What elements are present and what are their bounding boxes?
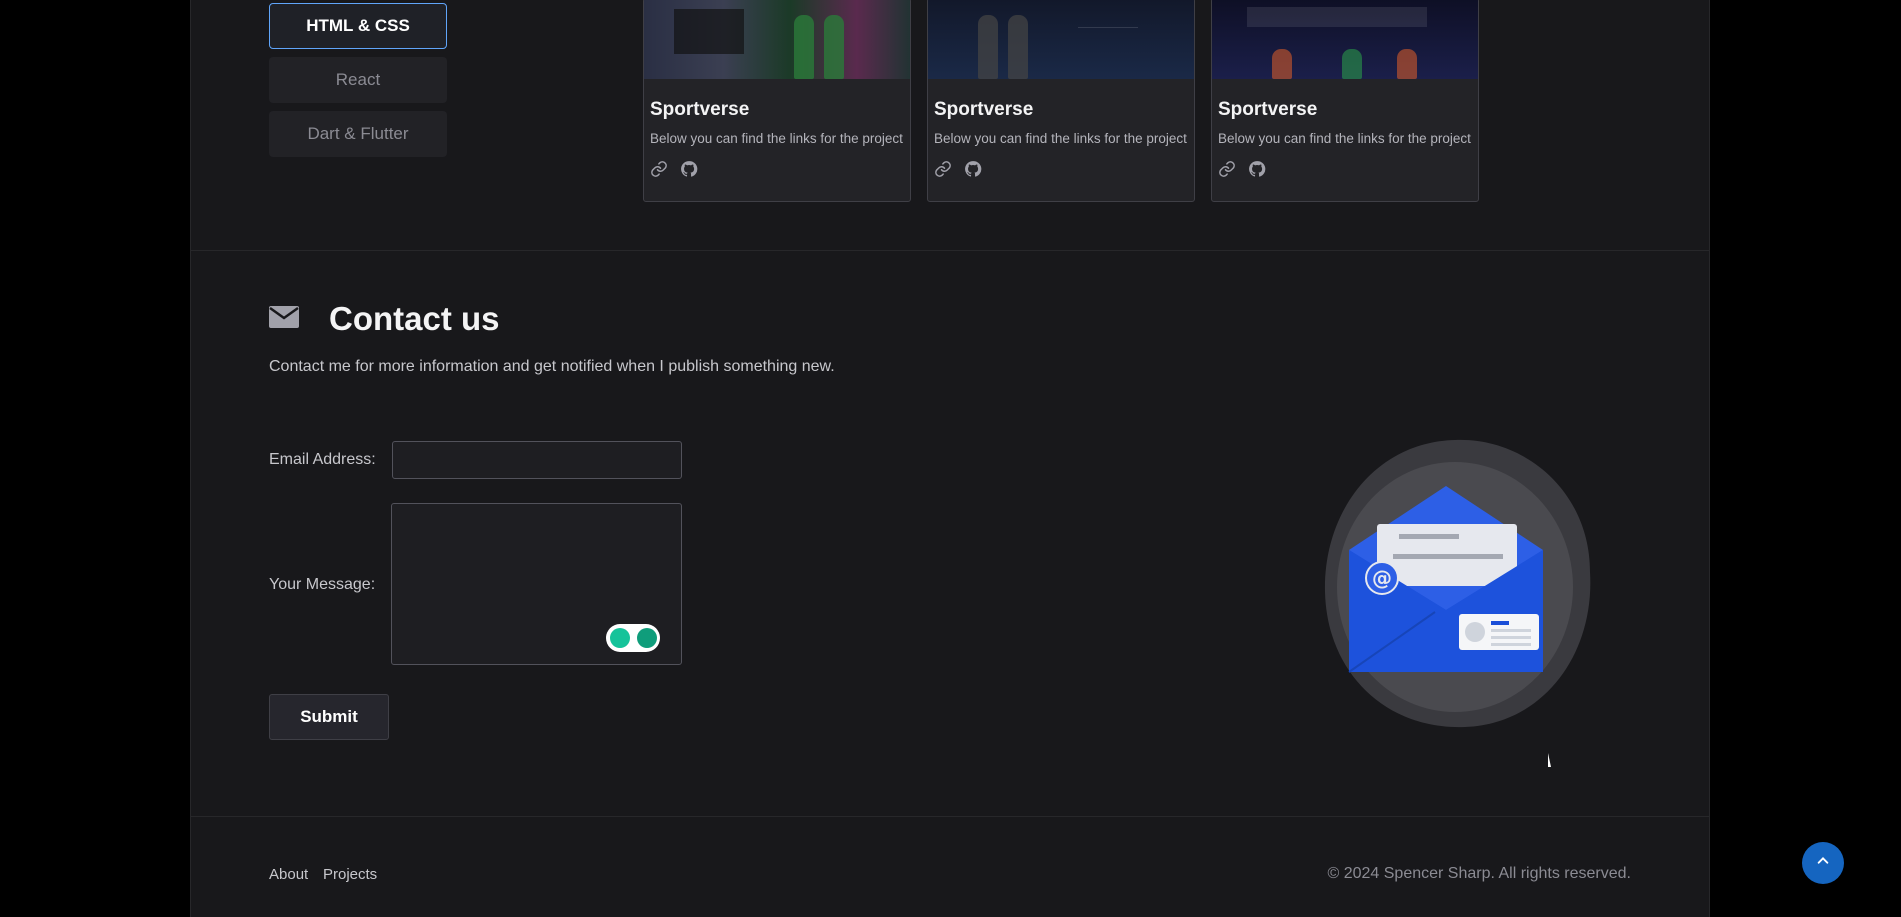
copyright-text: © 2024 Spencer Sharp. All rights reserve… bbox=[1327, 865, 1631, 882]
scroll-to-top-button[interactable] bbox=[1802, 842, 1844, 884]
email-field[interactable] bbox=[392, 441, 682, 479]
mail-illustration: @ bbox=[1305, 432, 1605, 732]
project-thumbnail bbox=[928, 0, 1194, 79]
contact-title: Contact us bbox=[329, 300, 500, 337]
footer-link-about[interactable]: About bbox=[269, 866, 308, 883]
svg-text:@: @ bbox=[1372, 566, 1392, 590]
chevron-up-icon bbox=[1816, 854, 1830, 873]
project-title: Sportverse bbox=[650, 99, 750, 120]
project-description: Below you can find the links for the pro… bbox=[934, 131, 1187, 146]
link-icon[interactable] bbox=[934, 160, 952, 183]
filter-dart-flutter-button[interactable]: Dart & Flutter bbox=[269, 111, 447, 157]
project-card[interactable]: Sportverse Below you can find the links … bbox=[643, 0, 911, 202]
github-icon[interactable] bbox=[964, 160, 982, 183]
project-thumbnail bbox=[1212, 0, 1478, 79]
envelope-icon bbox=[269, 305, 329, 334]
project-card[interactable]: Sportverse Below you can find the links … bbox=[1211, 0, 1479, 202]
mouse-cursor bbox=[1545, 752, 1553, 768]
grammarly-icon[interactable] bbox=[636, 628, 657, 648]
project-description: Below you can find the links for the pro… bbox=[650, 131, 903, 146]
link-icon[interactable] bbox=[1218, 160, 1236, 183]
github-icon[interactable] bbox=[680, 160, 698, 183]
contact-header: Contact us bbox=[269, 300, 500, 338]
filter-react-button[interactable]: React bbox=[269, 57, 447, 103]
link-icon[interactable] bbox=[650, 160, 668, 183]
project-title: Sportverse bbox=[1218, 99, 1318, 120]
page-container: HTML & CSS React Dart & Flutter Sportver… bbox=[190, 0, 1710, 917]
lightbulb-icon[interactable] bbox=[609, 628, 630, 648]
email-label: Email Address: bbox=[269, 451, 376, 468]
project-card[interactable]: Sportverse Below you can find the links … bbox=[927, 0, 1195, 202]
section-divider bbox=[191, 250, 1709, 251]
submit-button[interactable]: Submit bbox=[269, 694, 389, 740]
message-field[interactable] bbox=[391, 503, 682, 665]
project-title: Sportverse bbox=[934, 99, 1034, 120]
grammarly-widget[interactable] bbox=[606, 624, 660, 652]
message-label: Your Message: bbox=[269, 576, 376, 593]
project-thumbnail bbox=[644, 0, 910, 79]
footer-link-projects[interactable]: Projects bbox=[323, 866, 377, 883]
project-description: Below you can find the links for the pro… bbox=[1218, 131, 1471, 146]
github-icon[interactable] bbox=[1248, 160, 1266, 183]
footer-divider bbox=[191, 816, 1709, 817]
contact-subtitle: Contact me for more information and get … bbox=[269, 358, 835, 375]
filter-html-css-button[interactable]: HTML & CSS bbox=[269, 3, 447, 49]
project-filters: HTML & CSS React Dart & Flutter bbox=[269, 3, 447, 165]
